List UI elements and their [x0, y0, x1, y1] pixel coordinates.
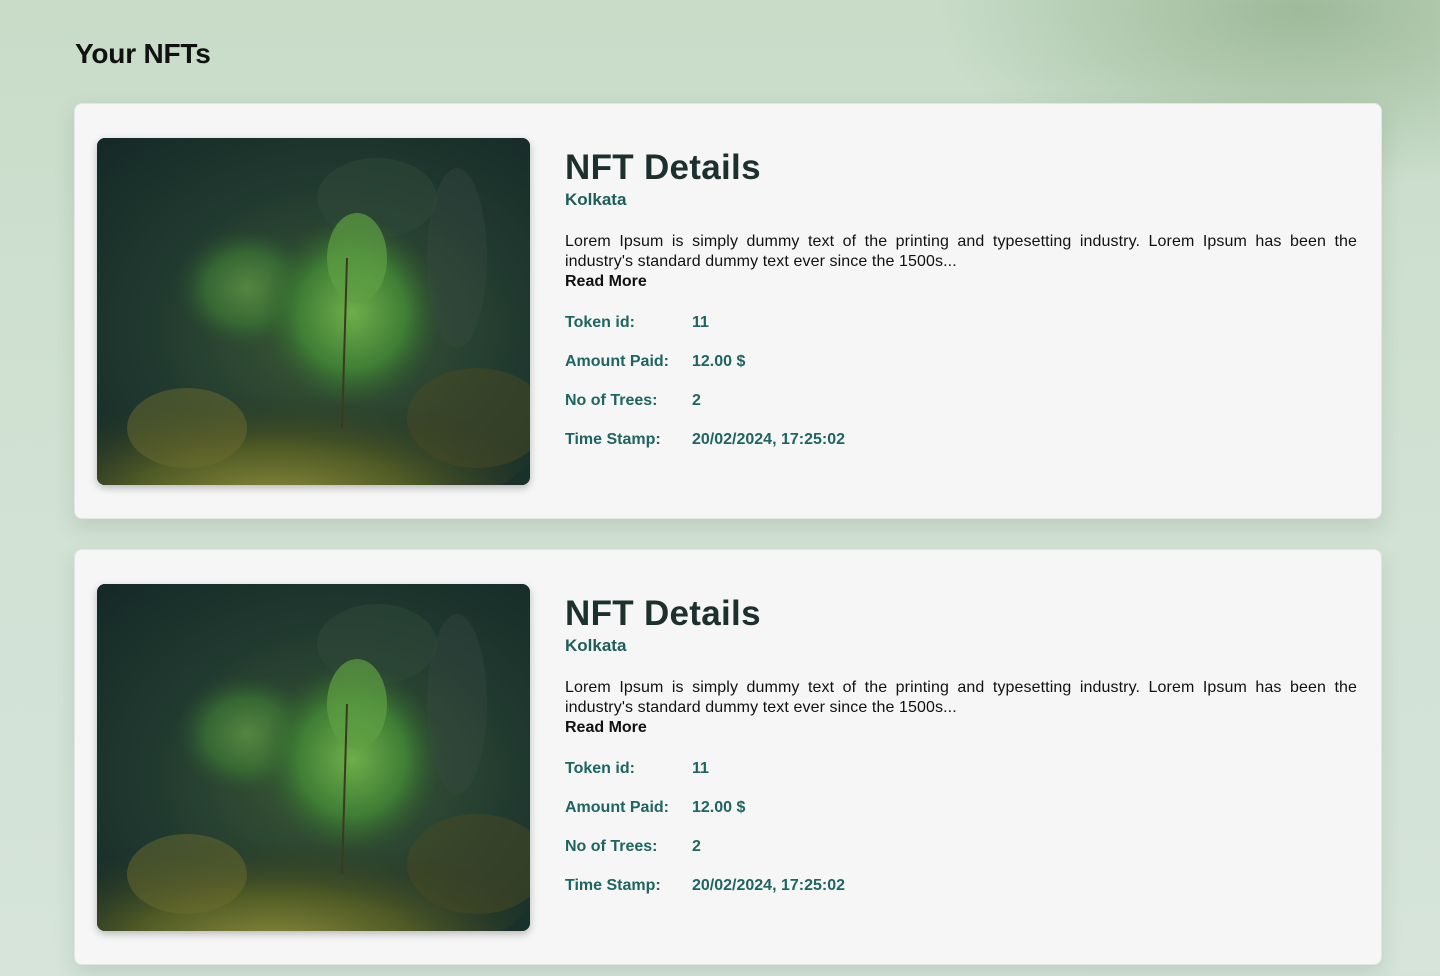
read-more-link[interactable]: Read More: [565, 718, 647, 738]
token-id-row: Token id: 11: [565, 303, 1357, 342]
sapling-photo-icon: [97, 138, 530, 485]
page-title: Your NFTs: [75, 38, 211, 69]
amount-paid-label: Amount Paid:: [565, 798, 669, 816]
nft-details: NFT Details Kolkata Lorem Ipsum is simpl…: [565, 594, 1357, 905]
amount-paid-value: 12.00 $: [692, 798, 746, 816]
token-id-value: 11: [692, 313, 709, 331]
nft-description: Lorem Ipsum is simply dummy text of the …: [565, 233, 1357, 270]
amount-paid-label: Amount Paid:: [565, 352, 669, 370]
amount-paid-value: 12.00 $: [692, 352, 746, 370]
token-id-label: Token id:: [565, 759, 635, 777]
nft-card: NFT Details Kolkata Lorem Ipsum is simpl…: [74, 103, 1382, 519]
nft-title: NFT Details: [565, 594, 761, 633]
time-stamp-label: Time Stamp:: [565, 430, 661, 448]
time-stamp-row: Time Stamp: 20/02/2024, 17:25:02: [565, 420, 1357, 459]
token-id-label: Token id:: [565, 313, 635, 331]
read-more-link[interactable]: Read More: [565, 272, 647, 292]
token-id-row: Token id: 11: [565, 749, 1357, 788]
amount-paid-row: Amount Paid: 12.00 $: [565, 788, 1357, 827]
no-of-trees-label: No of Trees:: [565, 837, 658, 855]
nft-list: NFT Details Kolkata Lorem Ipsum is simpl…: [74, 103, 1382, 976]
token-id-value: 11: [692, 759, 709, 777]
no-of-trees-row: No of Trees: 2: [565, 827, 1357, 866]
nft-location: Kolkata: [565, 190, 627, 209]
nft-card: NFT Details Kolkata Lorem Ipsum is simpl…: [74, 549, 1382, 965]
nft-image[interactable]: [97, 584, 530, 931]
nft-title: NFT Details: [565, 148, 761, 187]
nft-details: NFT Details Kolkata Lorem Ipsum is simpl…: [565, 148, 1357, 459]
no-of-trees-value: 2: [692, 837, 701, 855]
nft-info-list: Token id: 11 Amount Paid: 12.00 $ No of …: [565, 303, 1357, 459]
time-stamp-value: 20/02/2024, 17:25:02: [692, 876, 846, 894]
time-stamp-label: Time Stamp:: [565, 876, 661, 894]
time-stamp-value: 20/02/2024, 17:25:02: [692, 430, 846, 448]
time-stamp-row: Time Stamp: 20/02/2024, 17:25:02: [565, 866, 1357, 905]
nft-location: Kolkata: [565, 636, 627, 655]
nft-info-list: Token id: 11 Amount Paid: 12.00 $ No of …: [565, 749, 1357, 905]
no-of-trees-label: No of Trees:: [565, 391, 658, 409]
no-of-trees-row: No of Trees: 2: [565, 381, 1357, 420]
amount-paid-row: Amount Paid: 12.00 $: [565, 342, 1357, 381]
nft-image[interactable]: [97, 138, 530, 485]
no-of-trees-value: 2: [692, 391, 701, 409]
sapling-photo-icon: [97, 584, 530, 931]
nft-description: Lorem Ipsum is simply dummy text of the …: [565, 679, 1357, 716]
